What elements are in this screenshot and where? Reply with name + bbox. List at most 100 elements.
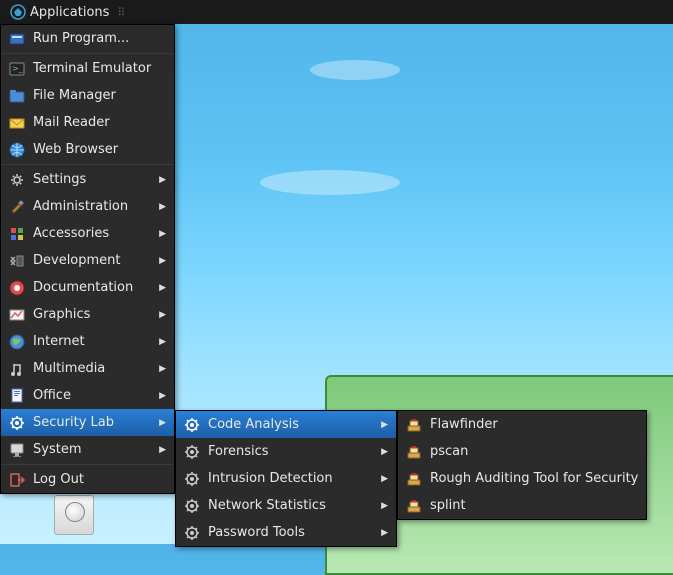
menu-log-out[interactable]: Log Out [1,466,174,493]
menu-documentation[interactable]: Documentation ▶ [1,274,174,301]
hdd-icon [54,495,94,535]
submenu-forensics[interactable]: Forensics ▶ [176,438,396,465]
menu-graphics[interactable]: Graphics ▶ [1,301,174,328]
menu-item-label: Network Statistics [208,498,373,513]
menu-terminal[interactable]: >_ Terminal Emulator [1,55,174,82]
submenu-code-analysis[interactable]: Code Analysis ▶ [176,411,396,438]
office-icon [9,388,25,404]
applications-label: Applications [30,5,109,20]
menu-item-label: Intrusion Detection [208,471,373,486]
menu-multimedia[interactable]: Multimedia ▶ [1,355,174,382]
security-lab-submenu: Code Analysis ▶ Forensics ▶ Intrusion De… [175,410,397,547]
menu-item-label: Documentation [33,280,151,295]
mail-icon [9,115,25,131]
run-icon [9,31,25,47]
menu-item-label: Rough Auditing Tool for Security [430,471,638,486]
admin-icon [9,199,25,215]
menu-office[interactable]: Office ▶ [1,382,174,409]
menu-item-label: Terminal Emulator [33,61,166,76]
menu-system[interactable]: System ▶ [1,436,174,463]
submenu-arrow-icon: ▶ [159,445,166,455]
menu-accessories[interactable]: Accessories ▶ [1,220,174,247]
accessories-icon [9,226,25,242]
tool-icon [406,417,422,433]
menu-item-label: Security Lab [33,415,151,430]
menu-run-program[interactable]: Run Program... [1,25,174,52]
submenu-arrow-icon: ▶ [159,418,166,428]
menu-item-label: Development [33,253,151,268]
app-splint[interactable]: splint [398,492,646,519]
applications-menu-button[interactable]: Applications [4,2,115,22]
submenu-arrow-icon: ▶ [381,474,388,484]
menu-item-label: Administration [33,199,151,214]
bg-cloud [260,170,400,195]
graphics-icon [9,307,25,323]
submenu-arrow-icon: ▶ [159,310,166,320]
submenu-password-tools[interactable]: Password Tools ▶ [176,519,396,546]
terminal-icon: >_ [9,61,25,77]
menu-item-label: pscan [430,444,638,459]
menu-item-label: Log Out [33,472,166,487]
gear-icon [184,417,200,433]
submenu-arrow-icon: ▶ [159,229,166,239]
top-panel: Applications ⠿ [0,0,673,24]
menu-item-label: Settings [33,172,151,187]
menu-administration[interactable]: Administration ▶ [1,193,174,220]
menu-item-label: File Manager [33,88,166,103]
tool-icon [406,471,422,487]
menu-item-label: Forensics [208,444,373,459]
app-rats[interactable]: Rough Auditing Tool for Security [398,465,646,492]
menu-item-label: splint [430,498,638,513]
menu-item-label: Run Program... [33,31,166,46]
menu-mail-reader[interactable]: Mail Reader [1,109,174,136]
tool-icon [406,444,422,460]
submenu-arrow-icon: ▶ [159,364,166,374]
code-analysis-submenu: Flawfinder pscan Rough Auditing Tool for… [397,410,647,520]
menu-item-label: Internet [33,334,151,349]
file-manager-icon [9,88,25,104]
menu-item-label: Web Browser [33,142,166,157]
gear-icon [184,471,200,487]
panel-drag-handle-icon[interactable]: ⠿ [117,6,123,19]
menu-security-lab[interactable]: Security Lab ▶ [1,409,174,436]
menu-web-browser[interactable]: Web Browser [1,136,174,163]
menu-separator [1,164,174,165]
menu-file-manager[interactable]: File Manager [1,82,174,109]
app-pscan[interactable]: pscan [398,438,646,465]
gear-icon [9,415,25,431]
submenu-arrow-icon: ▶ [159,283,166,293]
menu-item-label: Password Tools [208,525,373,540]
documentation-icon [9,280,25,296]
menu-development[interactable]: Development ▶ [1,247,174,274]
submenu-intrusion-detection[interactable]: Intrusion Detection ▶ [176,465,396,492]
submenu-arrow-icon: ▶ [381,528,388,538]
development-icon [9,253,25,269]
menu-internet[interactable]: Internet ▶ [1,328,174,355]
svg-text:>_: >_ [12,64,24,73]
submenu-arrow-icon: ▶ [381,501,388,511]
menu-item-label: Office [33,388,151,403]
submenu-arrow-icon: ▶ [381,420,388,430]
system-icon [9,442,25,458]
menu-separator [1,53,174,54]
submenu-arrow-icon: ▶ [159,202,166,212]
submenu-arrow-icon: ▶ [381,447,388,457]
gear-icon [184,444,200,460]
app-flawfinder[interactable]: Flawfinder [398,411,646,438]
submenu-network-statistics[interactable]: Network Statistics ▶ [176,492,396,519]
menu-item-label: System [33,442,151,457]
bg-cloud [310,60,400,80]
settings-icon [9,172,25,188]
menu-separator [1,464,174,465]
tool-icon [406,498,422,514]
desktop-drive-icon[interactable] [50,495,98,537]
menu-item-label: Mail Reader [33,115,166,130]
submenu-arrow-icon: ▶ [159,391,166,401]
menu-item-label: Code Analysis [208,417,373,432]
logout-icon [9,472,25,488]
submenu-arrow-icon: ▶ [159,175,166,185]
gear-icon [184,525,200,541]
submenu-arrow-icon: ▶ [159,337,166,347]
xfce-logo-icon [10,4,26,20]
menu-settings[interactable]: Settings ▶ [1,166,174,193]
